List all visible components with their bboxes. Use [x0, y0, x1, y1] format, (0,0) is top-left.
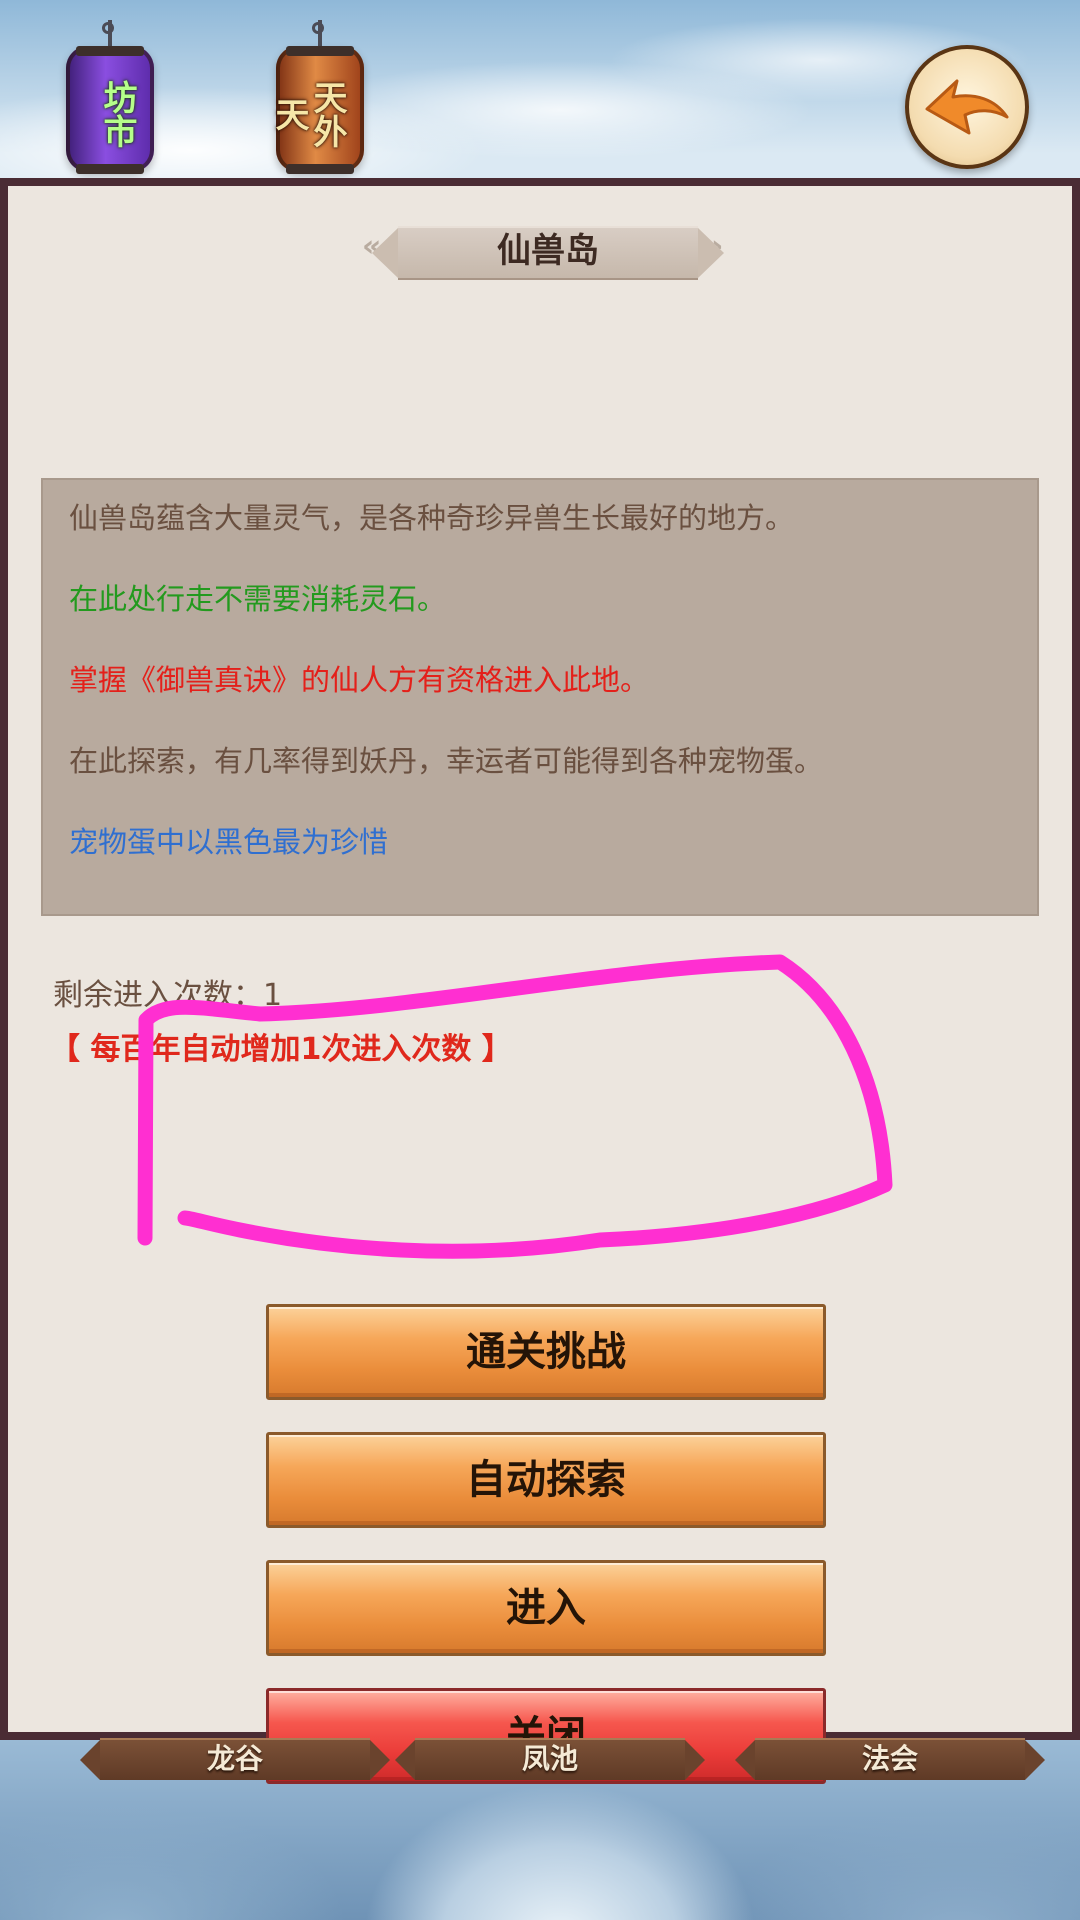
lantern-market-button[interactable]: 坊市 [62, 20, 158, 174]
location-tab-dharma-assembly[interactable]: 法会 [735, 1738, 1045, 1780]
auto-explore-button[interactable]: 自动探索 [266, 1432, 826, 1528]
location-tab-label: 凤池 [521, 1742, 578, 1775]
location-tab-label: 法会 [861, 1742, 918, 1775]
lantern-cap [76, 46, 144, 56]
challenge-button[interactable]: 通关挑战 [266, 1304, 826, 1400]
description-box: 仙兽岛蕴含大量灵气，是各种奇珍异兽生长最好的地方。 在此处行走不需要消耗灵石。 … [41, 478, 1039, 916]
lantern-label: 坊市 [97, 80, 137, 148]
description-line: 在此处行走不需要消耗灵石。 [69, 582, 447, 616]
back-button[interactable] [905, 45, 1029, 169]
description-line: 宠物蛋中以黑色最为珍惜 [69, 825, 389, 859]
remaining-entries-note: 【 每百年自动增加1次进入次数 】 [50, 1032, 512, 1067]
dialog-panel-body: « » 仙兽岛 仙兽岛蕴含大量灵气，是各种奇珍异兽生长最好的地方。 在此处行走不… [8, 186, 1072, 1784]
enter-button[interactable]: 进入 [266, 1560, 826, 1656]
lantern-label: 天外天 [269, 80, 347, 148]
description-line: 在此探索，有几率得到妖丹，幸运者可能得到各种宠物蛋。 [69, 744, 824, 778]
location-tab-dragon-valley[interactable]: 龙谷 [80, 1738, 390, 1780]
lantern-bottom-cap [76, 164, 144, 174]
back-arrow-icon [925, 79, 1009, 135]
location-tab-phoenix-pool[interactable]: 凤池 [395, 1738, 705, 1780]
dialog-panel: « » 仙兽岛 仙兽岛蕴含大量灵气，是各种奇珍异兽生长最好的地方。 在此处行走不… [0, 178, 1080, 1784]
remaining-entries-label: 剩余进入次数：1 [53, 978, 283, 1013]
lantern-string [108, 20, 112, 48]
lantern-string [318, 20, 322, 48]
dialog-title: 仙兽岛 [497, 231, 599, 271]
lantern-cap [286, 46, 354, 56]
lantern-outer-heaven-button[interactable]: 天外天 [269, 20, 368, 174]
description-line: 掌握《御兽真诀》的仙人方有资格进入此地。 [69, 663, 650, 697]
description-line: 仙兽岛蕴含大量灵气，是各种奇珍异兽生长最好的地方。 [69, 501, 795, 535]
location-tab-label: 龙谷 [206, 1742, 263, 1775]
lantern-bottom-cap [286, 164, 354, 174]
